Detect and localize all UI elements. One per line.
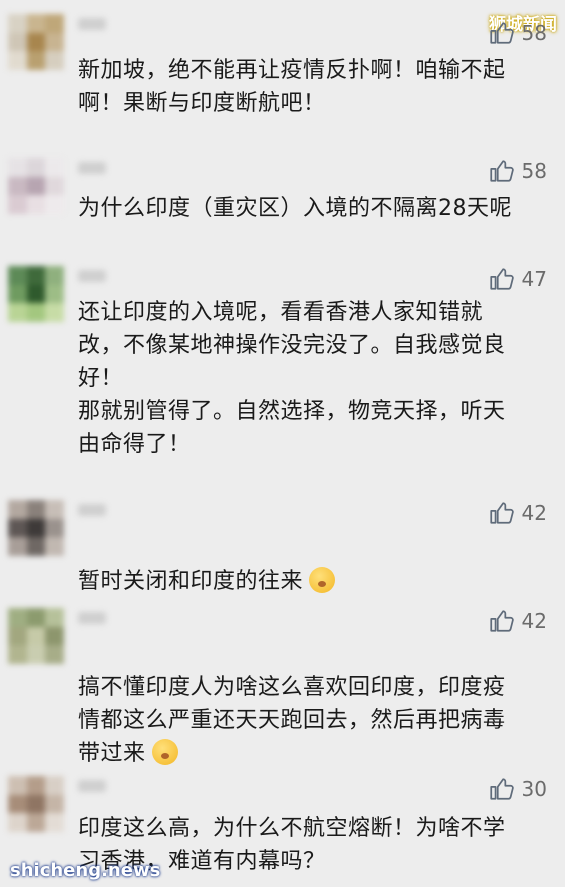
avatar-mosaic-tile: [26, 537, 46, 556]
avatar-mosaic-tile: [26, 51, 46, 70]
like-button[interactable]: 42: [488, 608, 547, 634]
avatar[interactable]: [8, 14, 64, 70]
avatar-mosaic-tile: [45, 303, 64, 322]
avatar-mosaic-tile: [8, 176, 27, 196]
comment-text: 还让印度的入境呢，看看香港人家知错就 改，不像某地神操作没完没了。自我感觉良 好…: [78, 300, 506, 457]
avatar-mosaic-tile: [26, 813, 46, 832]
avatar-mosaic-tile: [26, 32, 46, 52]
comment-item: 42 搞不懂印度人为啥这么喜欢回印度，印度疫 情都这么严重还天天跑回去，然后再把…: [0, 608, 565, 766]
username-blurred[interactable]: [78, 270, 106, 282]
avatar-mosaic-tile: [26, 176, 46, 196]
comment-text-content: 搞不懂印度人为啥这么喜欢回印度，印度疫 情都这么严重还天天跑回去，然后再把病毒 …: [78, 675, 506, 766]
username-blurred[interactable]: [78, 18, 106, 30]
like-count: 47: [521, 267, 547, 291]
username-blurred[interactable]: [78, 162, 106, 174]
avatar-mosaic-tile: [45, 158, 64, 177]
avatar[interactable]: [8, 500, 64, 556]
avatar[interactable]: [8, 158, 64, 214]
thumbs-up-icon: [489, 22, 514, 44]
avatar-mosaic-tile: [8, 537, 27, 556]
like-button[interactable]: 58: [488, 20, 547, 46]
avatar-mosaic-tile: [26, 518, 46, 538]
avatar-mosaic-tile: [45, 776, 64, 795]
avatar-mosaic-tile: [8, 195, 27, 214]
avatar-mosaic-tile: [8, 303, 27, 322]
avatar-mosaic-tile: [45, 266, 64, 285]
like-count: 42: [521, 501, 547, 525]
avatar-mosaic-tile: [8, 813, 27, 832]
avatar-mosaic-tile: [26, 284, 46, 304]
avatar-mosaic-tile: [8, 776, 27, 795]
avatar-mosaic-tile: [45, 14, 64, 33]
like-count: 58: [521, 21, 547, 45]
comment-item: 58 新加坡，绝不能再让疫情反扑啊！咱输不起 啊！果断与印度断航吧！: [0, 14, 565, 124]
avatar-mosaic-tile: [26, 303, 46, 322]
like-button[interactable]: 47: [488, 266, 547, 292]
comment-item: 58 为什么印度（重灾区）入境的不隔离28天呢: [0, 158, 565, 238]
avatar-mosaic-tile: [45, 608, 64, 627]
avatar-mosaic-tile: [45, 51, 64, 70]
avatar-mosaic-tile: [8, 14, 27, 33]
avatar[interactable]: [8, 608, 64, 664]
avatar-mosaic-tile: [45, 626, 64, 646]
watermark-bottom: shicheng.news: [10, 860, 161, 881]
avatar-mosaic-tile: [45, 813, 64, 832]
avatar-mosaic-tile: [8, 266, 27, 285]
thumbs-up-icon: [489, 610, 514, 632]
avatar-mosaic-tile: [45, 500, 64, 519]
avatar[interactable]: [8, 266, 64, 322]
avatar-mosaic-tile: [8, 518, 27, 538]
username-blurred[interactable]: [78, 780, 106, 792]
avatar-mosaic-tile: [45, 794, 64, 814]
comment-item: 42 暂时关闭和印度的往来: [0, 500, 565, 594]
like-button[interactable]: 30: [488, 776, 547, 802]
comment-text: 搞不懂印度人为啥这么喜欢回印度，印度疫 情都这么严重还天天跑回去，然后再把病毒 …: [78, 638, 535, 770]
avatar-mosaic-tile: [45, 32, 64, 52]
avatar-mosaic-tile: [45, 176, 64, 196]
username-blurred[interactable]: [78, 504, 106, 516]
comment-text: 暂时关闭和印度的往来: [78, 532, 535, 598]
avatar-mosaic-tile: [45, 195, 64, 214]
avatar-mosaic-tile: [26, 645, 46, 664]
avatar-mosaic-tile: [45, 645, 64, 664]
sweat-smile-emoji-icon: [151, 739, 178, 765]
avatar-mosaic-tile: [26, 794, 46, 814]
like-count: 58: [521, 159, 547, 183]
avatar-mosaic-tile: [45, 537, 64, 556]
avatar-mosaic-tile: [26, 266, 46, 285]
avatar-mosaic-tile: [8, 626, 27, 646]
avatar-mosaic-tile: [26, 776, 46, 795]
thumbs-up-icon: [489, 778, 514, 800]
avatar-mosaic-tile: [26, 158, 46, 177]
avatar-mosaic-tile: [8, 794, 27, 814]
username-blurred[interactable]: [78, 612, 106, 624]
like-button[interactable]: 42: [488, 500, 547, 526]
avatar-mosaic-tile: [45, 518, 64, 538]
avatar-mosaic-tile: [26, 500, 46, 519]
avatar-mosaic-tile: [8, 51, 27, 70]
flushed-face-emoji-icon: [309, 567, 336, 593]
thumbs-up-icon: [489, 502, 514, 524]
comment-item: 47 还让印度的入境呢，看看香港人家知错就 改，不像某地神操作没完没了。自我感觉…: [0, 266, 565, 466]
avatar-mosaic-tile: [26, 14, 46, 33]
like-button[interactable]: 58: [488, 158, 547, 184]
avatar-mosaic-tile: [8, 32, 27, 52]
avatar-mosaic-tile: [8, 645, 27, 664]
comment-text-content: 暂时关闭和印度的往来: [78, 569, 304, 594]
avatar-mosaic-tile: [26, 608, 46, 627]
like-count: 42: [521, 609, 547, 633]
thumbs-up-icon: [489, 268, 514, 290]
avatar-mosaic-tile: [8, 158, 27, 177]
avatar-mosaic-tile: [8, 284, 27, 304]
comment-text: 为什么印度（重灾区）入境的不隔离28天呢: [78, 196, 512, 221]
avatar-mosaic-tile: [26, 626, 46, 646]
avatar-mosaic-tile: [45, 284, 64, 304]
avatar-mosaic-tile: [26, 195, 46, 214]
avatar-mosaic-tile: [8, 608, 27, 627]
comment-text: 新加坡，绝不能再让疫情反扑啊！咱输不起 啊！果断与印度断航吧！: [78, 58, 506, 116]
avatar-mosaic-tile: [8, 500, 27, 519]
thumbs-up-icon: [489, 160, 514, 182]
like-count: 30: [521, 777, 547, 801]
avatar[interactable]: [8, 776, 64, 832]
